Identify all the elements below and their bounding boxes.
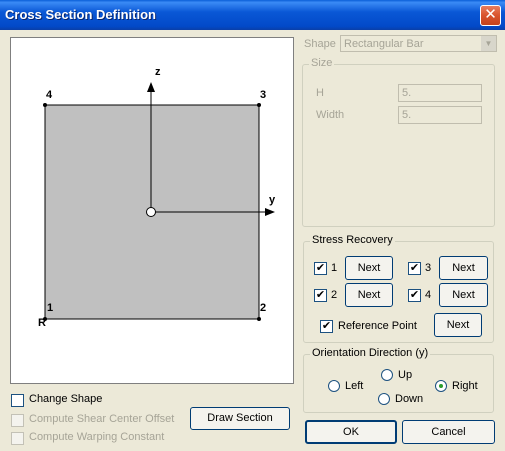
width-label: Width bbox=[316, 109, 345, 121]
radio-selected-dot bbox=[439, 384, 443, 388]
stress-point-2-checkbox[interactable]: ✔ bbox=[314, 289, 327, 302]
shape-value: Rectangular Bar bbox=[344, 38, 424, 50]
width-input[interactable]: 5. bbox=[398, 106, 482, 124]
compute-shear-checkbox[interactable] bbox=[11, 414, 24, 427]
corner-label-3: 3 bbox=[260, 89, 267, 101]
stress-point-3-label: 3 bbox=[425, 262, 432, 274]
cancel-button[interactable]: Cancel bbox=[402, 420, 495, 444]
stress-point-1-checkbox[interactable]: ✔ bbox=[314, 262, 327, 275]
compute-warping-label: Compute Warping Constant bbox=[29, 431, 165, 443]
orientation-right-radio[interactable] bbox=[435, 380, 447, 392]
y-axis-arrow bbox=[265, 208, 275, 216]
section-diagram bbox=[43, 82, 275, 321]
orientation-down-label: Down bbox=[395, 393, 424, 405]
orientation-down-radio[interactable] bbox=[378, 393, 390, 405]
width-value: 5. bbox=[402, 109, 412, 121]
corner-dot-2 bbox=[257, 317, 261, 321]
title-bar: Cross Section Definition ✕ bbox=[0, 0, 505, 30]
chevron-down-icon: ▼ bbox=[481, 36, 496, 51]
reference-point-checkbox[interactable]: ✔ bbox=[320, 320, 333, 333]
window-title: Cross Section Definition bbox=[5, 7, 156, 22]
h-input[interactable]: 5. bbox=[398, 84, 482, 102]
section-canvas: z y 4 3 1 2 R bbox=[10, 37, 294, 384]
corner-dot-3 bbox=[257, 103, 261, 107]
orientation-left-label: Left bbox=[345, 380, 364, 392]
ok-button[interactable]: OK bbox=[305, 420, 397, 444]
corner-label-1: 1 bbox=[47, 302, 54, 314]
close-button[interactable]: ✕ bbox=[480, 5, 501, 26]
orientation-up-label: Up bbox=[398, 369, 413, 381]
reference-point-label: Reference Point bbox=[338, 320, 417, 332]
stress-point-1-label: 1 bbox=[331, 262, 338, 274]
origin-point bbox=[146, 207, 156, 217]
orientation-up-radio[interactable] bbox=[381, 369, 393, 381]
shape-select[interactable]: Rectangular Bar ▼ bbox=[340, 35, 497, 52]
shape-label: Shape bbox=[304, 38, 336, 50]
corner-dot-4 bbox=[43, 103, 47, 107]
h-value: 5. bbox=[402, 87, 412, 99]
stress-point-2-label: 2 bbox=[331, 289, 338, 301]
compute-shear-label: Compute Shear Center Offset bbox=[29, 413, 175, 425]
reference-point-next-button[interactable]: Next bbox=[434, 313, 482, 337]
size-group-title: Size bbox=[309, 57, 335, 69]
z-axis-label: z bbox=[155, 66, 161, 78]
stress-point-4-checkbox[interactable]: ✔ bbox=[408, 289, 421, 302]
stress-point-4-label: 4 bbox=[425, 289, 432, 301]
y-axis-label: y bbox=[269, 194, 276, 206]
stress-point-3-next-button[interactable]: Next bbox=[439, 256, 488, 280]
h-label: H bbox=[316, 87, 324, 99]
draw-section-button[interactable]: Draw Section bbox=[190, 407, 290, 430]
stress-point-4-next-button[interactable]: Next bbox=[439, 283, 488, 307]
compute-warping-checkbox[interactable] bbox=[11, 432, 24, 445]
orientation-left-radio[interactable] bbox=[328, 380, 340, 392]
change-shape-label: Change Shape bbox=[29, 393, 103, 405]
corner-label-2: 2 bbox=[260, 302, 267, 314]
stress-point-2-next-button[interactable]: Next bbox=[345, 283, 393, 307]
change-shape-checkbox[interactable] bbox=[11, 394, 24, 407]
corner-label-4: 4 bbox=[46, 89, 53, 101]
z-axis-arrow bbox=[147, 82, 155, 92]
stress-point-3-checkbox[interactable]: ✔ bbox=[408, 262, 421, 275]
close-icon: ✕ bbox=[484, 6, 497, 23]
reference-label: R bbox=[38, 317, 46, 329]
orientation-title: Orientation Direction (y) bbox=[310, 347, 431, 359]
orientation-right-label: Right bbox=[452, 380, 478, 392]
stress-recovery-title: Stress Recovery bbox=[310, 234, 395, 246]
stress-point-1-next-button[interactable]: Next bbox=[345, 256, 393, 280]
